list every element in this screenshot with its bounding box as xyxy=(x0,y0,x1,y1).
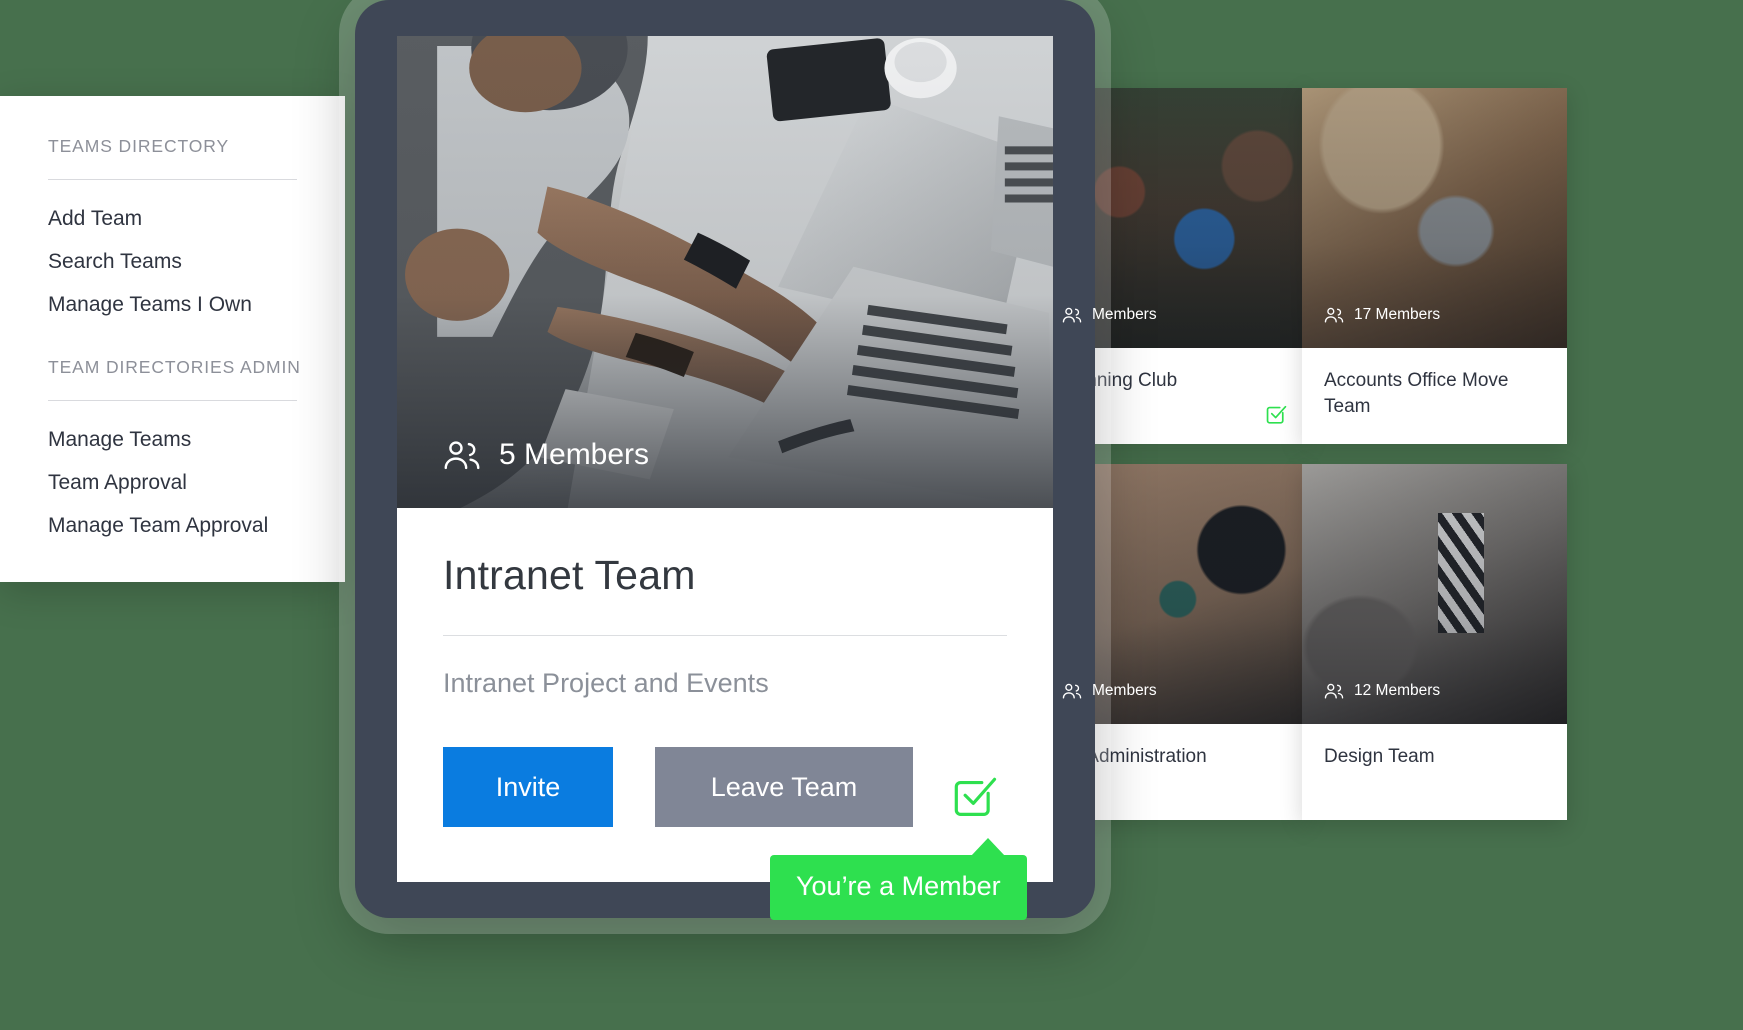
tablet-screen: 5 Members Intranet Team Intranet Project… xyxy=(397,36,1053,882)
member-count: 12 Members xyxy=(1324,682,1440,700)
people-icon xyxy=(1324,683,1344,699)
team-card-title: Accounts Office Move Team xyxy=(1324,370,1509,417)
sidebar-item-manage-team-approval[interactable]: Manage Team Approval xyxy=(48,515,297,536)
people-icon xyxy=(1324,307,1344,323)
invite-button[interactable]: Invite xyxy=(443,747,613,827)
tablet-device-frame: 5 Members Intranet Team Intranet Project… xyxy=(355,0,1095,918)
featured-member-count-label: 5 Members xyxy=(499,438,650,471)
people-icon xyxy=(443,440,481,470)
sidebar-item-manage-teams[interactable]: Manage Teams xyxy=(48,429,297,450)
page-title: Intranet Team xyxy=(443,552,696,598)
sidebar-section-heading-teams-directory: TEAMS DIRECTORY xyxy=(48,136,230,156)
team-card-photo: 17 Members xyxy=(1302,88,1567,348)
people-icon xyxy=(1062,307,1082,323)
team-card-photo: 12 Members xyxy=(1302,464,1567,724)
sidebar-item-add-team[interactable]: Add Team xyxy=(48,208,297,229)
member-status-checkbox-check-icon[interactable] xyxy=(951,773,997,824)
featured-team-photo: 5 Members xyxy=(397,36,1053,508)
team-actions: Invite Leave Team xyxy=(443,747,1007,827)
team-card-design-team[interactable]: 12 Members Design Team xyxy=(1302,464,1567,820)
member-count-label: Members xyxy=(1092,682,1157,699)
sidebar-divider xyxy=(48,400,297,401)
teams-card-grid: Members Running Club 17 Members Accounts… xyxy=(1040,88,1743,820)
page-root: Members Running Club 17 Members Accounts… xyxy=(0,0,1743,1030)
checkbox-check-icon xyxy=(1265,403,1287,430)
member-count-label: 12 Members xyxy=(1354,682,1441,699)
member-count: Members xyxy=(1062,682,1157,700)
sidebar-item-manage-teams-i-own[interactable]: Manage Teams I Own xyxy=(48,294,297,315)
team-card-title: ce Administration m xyxy=(1062,746,1207,793)
team-card-body: Accounts Office Move Team xyxy=(1302,348,1567,444)
title-divider xyxy=(443,635,1007,636)
sidebar-item-team-approval[interactable]: Team Approval xyxy=(48,472,297,493)
people-icon xyxy=(1062,683,1082,699)
team-card-body: Design Team xyxy=(1302,724,1567,820)
member-count-label: 17 Members xyxy=(1354,306,1441,323)
team-card-title: Running Club xyxy=(1062,370,1178,391)
team-description: Intranet Project and Events xyxy=(443,668,769,698)
member-status-tooltip: You’re a Member xyxy=(770,838,1027,920)
member-count-label: Members xyxy=(1092,306,1157,323)
teams-directory-sidebar: TEAMS DIRECTORY Add Team Search Teams Ma… xyxy=(0,96,345,582)
sidebar-section-admin: TEAM DIRECTORIES ADMIN Manage Teams Team… xyxy=(48,357,301,536)
featured-member-count: 5 Members xyxy=(443,438,649,472)
sidebar-divider xyxy=(48,179,297,180)
leave-team-button[interactable]: Leave Team xyxy=(655,747,913,827)
team-card-title: Design Team xyxy=(1324,746,1435,767)
sidebar-item-search-teams[interactable]: Search Teams xyxy=(48,251,297,272)
member-count: Members xyxy=(1062,306,1157,324)
member-count: 17 Members xyxy=(1324,306,1440,324)
sidebar-section-heading-team-directories-admin: TEAM DIRECTORIES ADMIN xyxy=(48,357,301,377)
team-card-accounts-office-move-team[interactable]: 17 Members Accounts Office Move Team xyxy=(1302,88,1567,444)
